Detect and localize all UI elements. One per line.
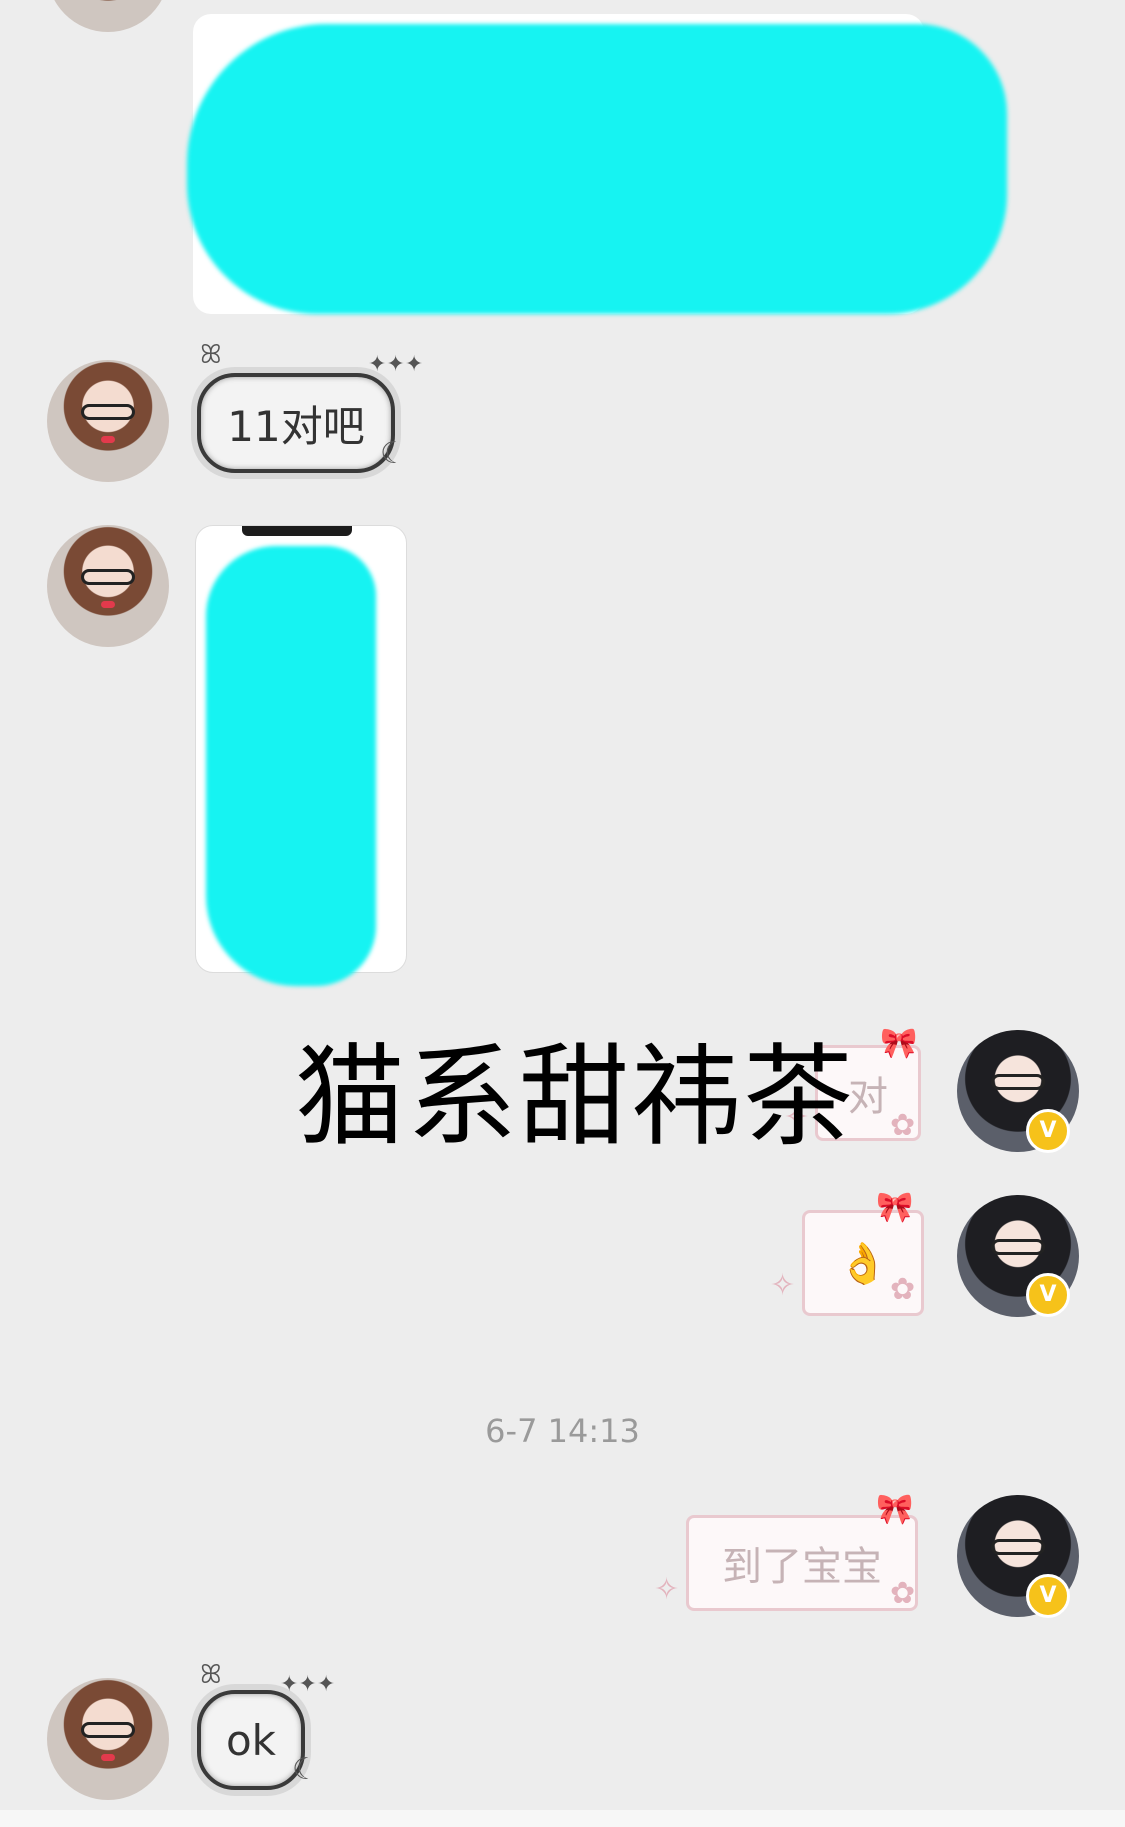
paper-crane-icon: ✧ bbox=[654, 1572, 680, 1607]
avatar-glasses bbox=[991, 1539, 1045, 1555]
moon-icon: ☾ bbox=[292, 1752, 319, 1787]
contact-avatar[interactable] bbox=[47, 1678, 169, 1800]
input-bar-edge bbox=[0, 1810, 1125, 1827]
bow-icon: 🎀 bbox=[880, 1026, 918, 1061]
contact-avatar[interactable] bbox=[47, 525, 169, 647]
vip-badge-icon: V bbox=[1026, 1109, 1070, 1153]
bow-icon: 🎀 bbox=[876, 1190, 914, 1225]
avatar-lips bbox=[101, 1754, 115, 1761]
butterfly-icon: ꕤ bbox=[200, 340, 222, 370]
message-bubble[interactable]: 11对吧 bbox=[197, 373, 395, 473]
contact-avatar[interactable] bbox=[47, 0, 169, 32]
image-message[interactable] bbox=[187, 14, 1007, 314]
message-bubble[interactable]: ok bbox=[197, 1690, 305, 1790]
redaction-scribble bbox=[187, 24, 1007, 314]
avatar-lips bbox=[101, 436, 115, 443]
avatar-glasses bbox=[991, 1239, 1045, 1255]
overlay-caption: 猫系甜祎茶 bbox=[295, 1033, 855, 1161]
flower-icon: ✿ bbox=[890, 1108, 916, 1143]
avatar-glasses bbox=[81, 404, 135, 420]
message-timestamp: 6-7 14:13 bbox=[485, 1412, 640, 1450]
flower-icon: ✿ bbox=[890, 1272, 916, 1307]
message-bubble[interactable]: 到了宝宝 bbox=[686, 1515, 918, 1611]
image-message[interactable] bbox=[195, 525, 407, 986]
butterfly-icon: ꕤ bbox=[200, 1660, 222, 1690]
moon-icon: ☾ bbox=[380, 436, 407, 471]
avatar-glasses bbox=[991, 1074, 1045, 1090]
redaction-scribble bbox=[206, 546, 376, 986]
flower-icon: ✿ bbox=[890, 1576, 916, 1611]
vip-badge-icon: V bbox=[1026, 1574, 1070, 1618]
avatar-glasses bbox=[81, 1722, 135, 1738]
avatar-glasses bbox=[81, 569, 135, 585]
sparkle-icon: ✦✦✦ bbox=[368, 352, 424, 377]
phone-notch bbox=[242, 526, 352, 536]
paper-crane-icon: ✧ bbox=[770, 1268, 796, 1303]
vip-badge-icon: V bbox=[1026, 1273, 1070, 1317]
avatar-lips bbox=[101, 601, 115, 608]
sparkle-icon: ✦✦✦ bbox=[280, 1672, 336, 1697]
bow-icon: 🎀 bbox=[876, 1492, 914, 1527]
contact-avatar[interactable] bbox=[47, 360, 169, 482]
